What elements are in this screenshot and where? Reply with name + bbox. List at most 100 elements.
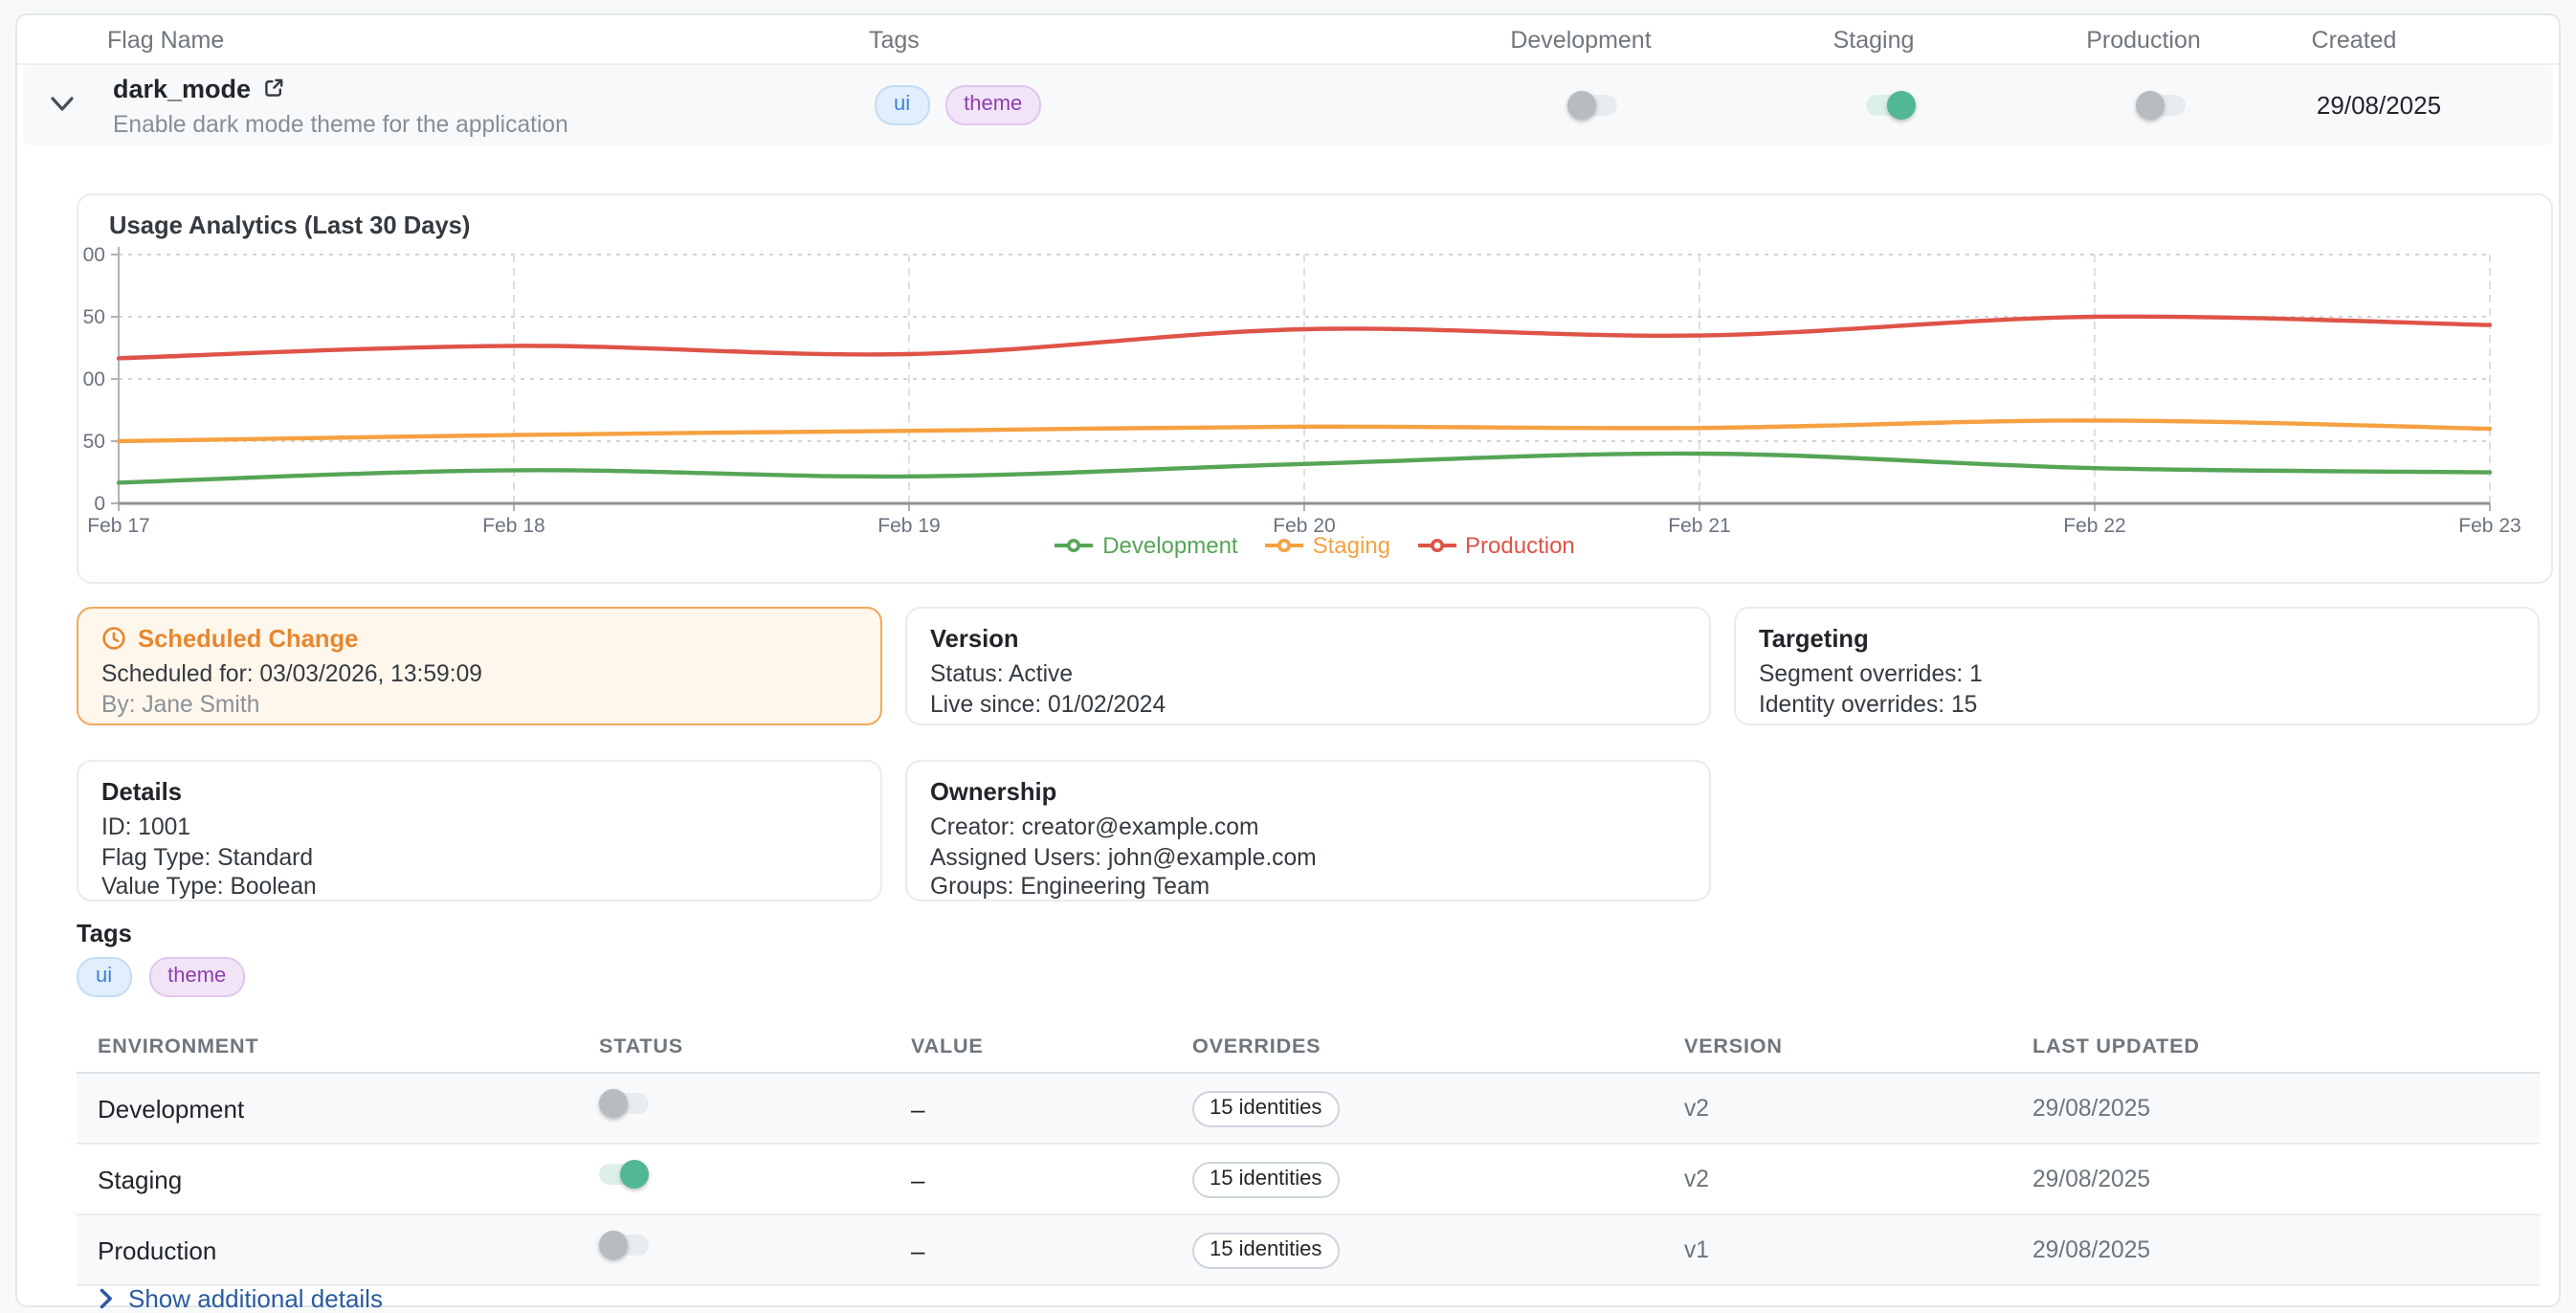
legend-marker-icon bbox=[1265, 536, 1303, 555]
creator: Creator: creator@example.com bbox=[930, 813, 1686, 843]
version-status: Status: Active bbox=[930, 660, 1686, 690]
environments-table: ENVIRONMENT STATUS VALUE OVERRIDES VERSI… bbox=[77, 1022, 2540, 1286]
version-card: Version Status: Active Live since: 01/02… bbox=[905, 607, 1711, 725]
clock-icon bbox=[101, 626, 126, 651]
identities-badge[interactable]: 15 identities bbox=[1192, 1162, 1339, 1198]
svg-text:150: 150 bbox=[82, 431, 105, 453]
value-type: Value Type: Boolean bbox=[101, 873, 857, 902]
development-toggle[interactable] bbox=[1567, 91, 1625, 120]
header-environment: ENVIRONMENT bbox=[77, 1035, 578, 1058]
column-flag-name: Flag Name bbox=[107, 26, 224, 53]
cards-row-2: Details ID: 1001 Flag Type: Standard Val… bbox=[77, 760, 1711, 901]
svg-text:Feb 20: Feb 20 bbox=[1273, 515, 1335, 532]
page: Flag Name Tags Development Staging Produ… bbox=[0, 0, 2576, 1313]
legend-item-production[interactable]: Production bbox=[1417, 532, 1575, 559]
identities-badge[interactable]: 15 identities bbox=[1192, 1091, 1339, 1127]
flag-description: Enable dark mode theme for the applicati… bbox=[113, 111, 568, 138]
svg-text:0: 0 bbox=[94, 493, 105, 515]
svg-text:600: 600 bbox=[82, 244, 105, 266]
scheduled-by: By: Jane Smith bbox=[101, 690, 857, 720]
env-value: – bbox=[890, 1235, 1171, 1264]
column-tags: Tags bbox=[869, 26, 920, 53]
groups: Groups: Engineering Team bbox=[930, 873, 1686, 902]
scheduled-for: Scheduled for: 03/03/2026, 13:59:09 bbox=[101, 660, 857, 690]
env-version: v2 bbox=[1663, 1095, 2011, 1122]
staging-toggle[interactable] bbox=[1866, 91, 1923, 120]
ownership-card: Ownership Creator: creator@example.com A… bbox=[905, 760, 1711, 901]
svg-text:Feb 18: Feb 18 bbox=[482, 515, 544, 532]
flag-detail-panel: Flag Name Tags Development Staging Produ… bbox=[15, 13, 2561, 1307]
targeting-title: Targeting bbox=[1759, 624, 2515, 653]
show-additional-details-label: Show additional details bbox=[128, 1284, 383, 1313]
cards-row-1: Scheduled Change Scheduled for: 03/03/20… bbox=[77, 607, 2540, 725]
flag-table-header: Flag Name Tags Development Staging Produ… bbox=[17, 15, 2559, 65]
tag-theme: theme bbox=[944, 85, 1041, 125]
development-status-toggle[interactable] bbox=[599, 1089, 656, 1118]
version-title: Version bbox=[930, 624, 1686, 653]
usage-analytics-card: Usage Analytics (Last 30 Days) 015030045… bbox=[77, 193, 2553, 584]
env-name: Staging bbox=[77, 1165, 578, 1193]
header-last-updated: LAST UPDATED bbox=[2011, 1035, 2540, 1058]
flag-row-dark-mode[interactable]: dark_mode Enable dark mode theme for the… bbox=[23, 65, 2553, 145]
flag-type: Flag Type: Standard bbox=[101, 843, 857, 873]
tag-theme: theme bbox=[148, 957, 245, 997]
tag-ui: ui bbox=[875, 85, 929, 125]
column-development: Development bbox=[1510, 26, 1651, 53]
legend-item-staging[interactable]: Staging bbox=[1265, 532, 1390, 559]
version-live-since: Live since: 01/02/2024 bbox=[930, 690, 1686, 720]
env-name: Production bbox=[77, 1235, 578, 1264]
env-version: v2 bbox=[1663, 1166, 2011, 1192]
header-version: VERSION bbox=[1663, 1035, 2011, 1058]
flag-name[interactable]: dark_mode bbox=[113, 75, 251, 103]
details-title: Details bbox=[101, 777, 857, 806]
chevron-right-icon bbox=[100, 1288, 113, 1309]
header-status: STATUS bbox=[578, 1035, 890, 1058]
created-date: 29/08/2025 bbox=[2317, 91, 2441, 120]
env-name: Development bbox=[77, 1094, 578, 1123]
column-created: Created bbox=[2312, 26, 2397, 53]
identity-overrides: Identity overrides: 15 bbox=[1759, 690, 2515, 720]
env-last-updated: 29/08/2025 bbox=[2011, 1236, 2540, 1263]
show-additional-details-link[interactable]: Show additional details bbox=[100, 1284, 383, 1313]
svg-text:Feb 22: Feb 22 bbox=[2063, 515, 2125, 532]
env-value: – bbox=[890, 1165, 1171, 1193]
chevron-down-icon[interactable] bbox=[50, 96, 75, 113]
usage-analytics-chart: 0 150 300 450 600 Feb 17 Feb 18 Feb 19 Feb 20 Feb… bbox=[82, 241, 2532, 532]
production-status-toggle[interactable] bbox=[599, 1231, 656, 1259]
env-last-updated: 29/08/2025 bbox=[2011, 1166, 2540, 1192]
legend-marker-icon bbox=[1417, 536, 1455, 555]
identities-badge[interactable]: 15 identities bbox=[1192, 1233, 1339, 1269]
assigned-users: Assigned Users: john@example.com bbox=[930, 843, 1686, 873]
production-toggle[interactable] bbox=[2136, 91, 2193, 120]
flag-id: ID: 1001 bbox=[101, 813, 857, 843]
staging-status-toggle[interactable] bbox=[599, 1160, 656, 1189]
environments-table-header: ENVIRONMENT STATUS VALUE OVERRIDES VERSI… bbox=[77, 1022, 2540, 1074]
header-value: VALUE bbox=[890, 1035, 1171, 1058]
header-overrides: OVERRIDES bbox=[1171, 1035, 1663, 1058]
external-link-icon[interactable] bbox=[262, 77, 285, 100]
tag-ui: ui bbox=[77, 957, 131, 997]
svg-text:Feb 19: Feb 19 bbox=[877, 515, 940, 532]
flag-row-tags: ui theme bbox=[875, 85, 1041, 125]
scheduled-change-card: Scheduled Change Scheduled for: 03/03/20… bbox=[77, 607, 882, 725]
svg-text:Feb 21: Feb 21 bbox=[1668, 515, 1730, 532]
tags-section-pills: ui theme bbox=[77, 957, 245, 997]
svg-text:300: 300 bbox=[82, 368, 105, 390]
chart-legend: Development Staging Production bbox=[78, 532, 2551, 559]
env-last-updated: 29/08/2025 bbox=[2011, 1095, 2540, 1122]
targeting-card: Targeting Segment overrides: 1 Identity … bbox=[1734, 607, 2540, 725]
svg-text:450: 450 bbox=[82, 306, 105, 328]
tags-section-title: Tags bbox=[77, 919, 132, 947]
segment-overrides: Segment overrides: 1 bbox=[1759, 660, 2515, 690]
svg-text:Feb 17: Feb 17 bbox=[87, 515, 149, 532]
legend-marker-icon bbox=[1055, 536, 1093, 555]
details-card: Details ID: 1001 Flag Type: Standard Val… bbox=[77, 760, 882, 901]
column-production: Production bbox=[2086, 26, 2201, 53]
table-row-staging: Staging – 15 identities v2 29/08/2025 bbox=[77, 1145, 2540, 1215]
ownership-title: Ownership bbox=[930, 777, 1686, 806]
flag-name-block: dark_mode Enable dark mode theme for the… bbox=[113, 75, 568, 138]
legend-item-development[interactable]: Development bbox=[1055, 532, 1237, 559]
column-staging: Staging bbox=[1833, 26, 1915, 53]
scheduled-change-title: Scheduled Change bbox=[138, 624, 358, 653]
table-row-production: Production – 15 identities v1 29/08/2025 bbox=[77, 1215, 2540, 1286]
